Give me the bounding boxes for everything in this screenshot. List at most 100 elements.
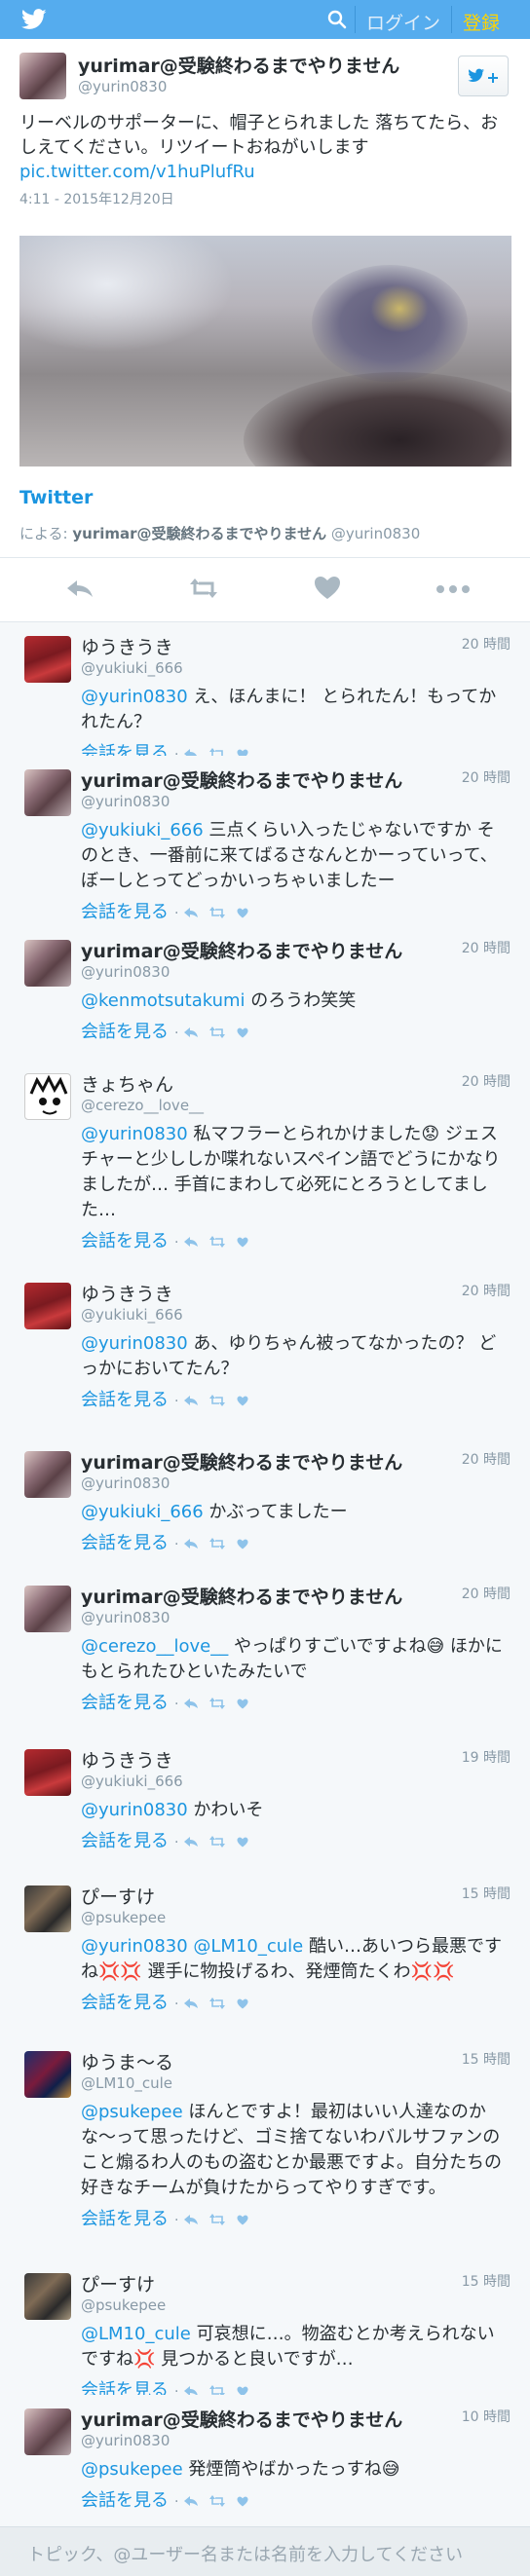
search-icon[interactable] [325,8,349,31]
like-heart-icon[interactable] [237,1232,248,1252]
reply-author-name[interactable]: ゆうきうき [81,1746,173,1773]
like-heart-icon[interactable] [311,572,344,605]
like-heart-icon[interactable] [237,1832,248,1852]
reply-timestamp[interactable]: 10 時間 [462,2407,511,2426]
more-icon[interactable] [434,572,473,605]
avatar[interactable] [24,1586,71,1632]
like-heart-icon[interactable] [237,2491,248,2512]
reply-author-handle[interactable]: @yurin0830 [81,1609,170,1626]
avatar[interactable] [24,1451,71,1498]
retweet-icon[interactable] [209,1534,226,1554]
reply-mention[interactable]: @yurin0830 [81,1333,188,1354]
reply-timestamp[interactable]: 20 時間 [462,1071,511,1091]
reply-tweet[interactable]: yurimar@受験終わるまでやりません @yurin0830 20 時間 @cere… [0,1572,530,1736]
reply-author-handle[interactable]: @yurin0830 [81,963,170,981]
reply-mention[interactable]: @yurin0830 [81,687,188,707]
reply-mention[interactable]: @LM10_cule [81,2324,191,2344]
reply-author-handle[interactable]: @cerezo__love__ [81,1097,204,1114]
reply-icon[interactable] [184,1994,199,2014]
reply-author-name[interactable]: きょちゃん [81,1070,173,1097]
avatar[interactable] [24,2408,71,2455]
reply-tweet[interactable]: yurimar@受験終わるまでやりません @yurin0830 20 時間 @yuki… [0,1437,530,1573]
reply-mention[interactable]: @psukepee [81,2459,183,2480]
retweet-icon[interactable] [209,1694,226,1714]
reply-author-handle[interactable]: @psukepee [81,2296,166,2314]
reply-timestamp[interactable]: 15 時間 [462,1884,511,1903]
login-link[interactable]: ログイン [366,9,440,35]
via-handle[interactable]: @yurin0830 [331,525,420,542]
avatar[interactable] [24,2273,71,2320]
view-conversation-link[interactable]: 会話を見る [81,1693,169,1713]
reply-author-name[interactable]: yurimar@受験終わるまでやりません [81,1583,402,1609]
reply-icon[interactable] [184,903,199,923]
retweet-icon[interactable] [209,1994,226,2014]
reply-author-name[interactable]: ゆうきうき [81,1280,173,1306]
reply-mention[interactable]: @cerezo__love__ [81,1636,228,1657]
avatar[interactable] [24,2051,71,2098]
reply-author-handle[interactable]: @psukepee [81,1909,166,1926]
author-handle[interactable]: @yurin0830 [78,78,167,95]
follow-button[interactable] [458,56,509,96]
retweet-icon[interactable] [209,2491,226,2512]
tweet-photo[interactable] [19,236,511,467]
reply-author-handle[interactable]: @yurin0830 [81,2432,170,2449]
avatar[interactable] [24,940,71,987]
like-heart-icon[interactable] [237,1391,248,1411]
reply-author-name[interactable]: yurimar@受験終わるまでやりません [81,1448,402,1475]
avatar[interactable] [24,1283,71,1329]
tweet-composer[interactable]: トピック、@ユーザー名または名前を入力してください [0,2526,530,2576]
reply-icon[interactable] [184,2491,199,2512]
reply-mention[interactable]: @yukiuki_666 [81,820,204,840]
retweet-icon[interactable] [209,1391,226,1411]
reply-mention[interactable]: @yurin0830 @LM10_cule [81,1936,303,1957]
reply-icon[interactable] [184,1023,199,1043]
reply-author-name[interactable]: ぴーすけ [81,2270,155,2296]
reply-mention[interactable]: @yurin0830 [81,1800,188,1820]
reply-tweet[interactable]: ゆうきうき @yukiuki_666 19 時間 @yurin0830 かわいそ 会話を… [0,1736,530,1873]
reply-author-name[interactable]: ゆうきうき [81,633,173,659]
reply-author-handle[interactable]: @LM10_cule [81,2074,172,2092]
reply-author-name[interactable]: ゆうま〜る [81,2048,173,2074]
avatar[interactable] [24,769,71,816]
like-heart-icon[interactable] [237,2210,248,2230]
view-conversation-link[interactable]: 会話を見る [81,2209,169,2229]
view-conversation-link[interactable]: 会話を見る [81,1231,169,1251]
reply-timestamp[interactable]: 20 時間 [462,938,511,957]
retweet-icon[interactable] [187,572,220,605]
reply-icon[interactable] [184,1694,199,1714]
like-heart-icon[interactable] [237,1694,248,1714]
reply-author-handle[interactable]: @yukiuki_666 [81,659,183,677]
view-conversation-link[interactable]: 会話を見る [81,1390,169,1410]
twitter-bird-icon[interactable] [21,9,47,30]
reply-icon[interactable] [63,572,96,605]
tweet-photo-link[interactable]: pic.twitter.com/v1huPlufRu [19,162,255,182]
card-title-link[interactable]: Twitter [19,487,93,508]
view-conversation-link[interactable]: 会話を見る [81,1993,169,2013]
avatar[interactable] [24,1885,71,1932]
like-heart-icon[interactable] [237,1994,248,2014]
reply-icon[interactable] [184,1391,199,1411]
reply-mention[interactable]: @yurin0830 [81,1124,188,1144]
reply-timestamp[interactable]: 20 時間 [462,767,511,787]
reply-tweet[interactable]: ゆうきうき @yukiuki_666 20 時間 @yurin0830 あ、ゆりちゃん… [0,1269,530,1438]
view-conversation-link[interactable]: 会話を見る [81,2490,169,2511]
reply-timestamp[interactable]: 20 時間 [462,1449,511,1469]
avatar[interactable] [24,1073,71,1120]
view-conversation-link[interactable]: 会話を見る [81,1831,169,1851]
tweet-timestamp[interactable]: 4:11 - 2015年12月20日 [19,189,174,208]
reply-timestamp[interactable]: 19 時間 [462,1747,511,1767]
reply-tweet[interactable]: yurimar@受験終わるまでやりません @yurin0830 20 時間 @yuki… [0,756,530,927]
signup-link[interactable]: 登録 [463,9,500,35]
reply-timestamp[interactable]: 20 時間 [462,634,511,653]
reply-tweet[interactable]: ゆうきうき @yukiuki_666 20 時間 @yurin0830 え、ほんまに！… [0,622,530,764]
reply-icon[interactable] [184,1534,199,1554]
reply-tweet[interactable]: yurimar@受験終わるまでやりません @yurin0830 10 時間 @psuk… [0,2395,530,2527]
via-name[interactable]: yurimar@受験終わるまでやりません [72,525,326,542]
reply-mention[interactable]: @kenmotsutakumi [81,990,246,1011]
reply-tweet[interactable]: yurimar@受験終わるまでやりません @yurin0830 20 時間 @kenm… [0,926,530,1061]
reply-icon[interactable] [184,1232,199,1252]
view-conversation-link[interactable]: 会話を見る [81,1022,169,1042]
like-heart-icon[interactable] [237,1023,248,1043]
retweet-icon[interactable] [209,2210,226,2230]
reply-mention[interactable]: @yukiuki_666 [81,1502,204,1522]
